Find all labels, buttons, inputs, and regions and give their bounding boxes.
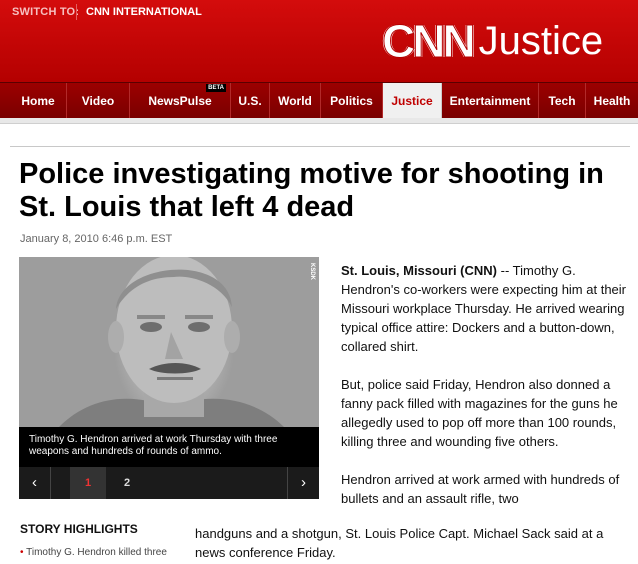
nav-item-home[interactable]: Home [10,83,67,119]
bullet: • [20,547,24,558]
nav-item-newspulse[interactable]: NewsPulse BETA [130,83,231,119]
article-body: St. Louis, Missouri (CNN) -- Timothy G. … [341,261,629,527]
article-timestamp: January 8, 2010 6:46 p.m. EST [20,233,173,245]
nav-item-politics[interactable]: Politics [321,83,383,119]
story-highlights-title: STORY HIGHLIGHTS [20,522,138,536]
nav-label: World [278,94,312,108]
beta-badge: BETA [206,84,226,92]
dateline: St. Louis, Missouri (CNN) [341,263,497,278]
cnn-logo-mark: CNN [382,15,477,67]
nav-item-entertainment[interactable]: Entertainment [442,83,539,119]
gallery-page-1[interactable]: 1 [70,467,106,499]
nav-label: Entertainment [449,94,531,108]
cnn-justice-logo[interactable]: CNN Justice [382,15,604,67]
nav-label: Health [593,94,631,108]
article-paragraph: But, police said Friday, Hendron also do… [341,377,618,449]
photo-credit: KSDK [309,263,315,281]
cnn-international-link[interactable]: CNN INTERNATIONAL [86,6,202,18]
nav-label: Video [81,94,115,108]
portrait-image [59,257,284,427]
gallery-pager: ‹ 1 2 › [19,467,319,499]
nav-item-world[interactable]: World [270,83,321,119]
switch-to-label: SWITCH TO: [12,6,80,18]
nav-sub-strip [0,118,638,124]
article-paragraph: St. Louis, Missouri (CNN) -- Timothy G. … [341,261,629,356]
page-title: Police investigating motive for shooting… [19,158,604,223]
main-nav: Home Video NewsPulse BETA U.S. World Pol… [0,82,638,119]
nav-item-health[interactable]: Health [586,83,638,119]
logo-section-name: Justice [478,19,604,63]
divider [76,4,77,20]
highlight-text: Timothy G. Hendron killed three [26,547,167,558]
chevron-left-icon[interactable]: ‹ [19,467,51,499]
nav-label: Politics [330,94,373,108]
nav-label: Home [21,94,55,108]
gallery-page-2[interactable]: 2 [109,467,145,499]
nav-label: U.S. [238,94,262,108]
article-paragraph-continued: handguns and a shotgun, St. Louis Police… [195,526,604,560]
article-paragraph: Hendron arrived at work armed with hundr… [341,472,620,506]
divider [10,146,630,147]
gallery-photo[interactable]: KSDK [19,257,319,427]
nav-label: NewsPulse [148,94,212,108]
nav-item-video[interactable]: Video [67,83,130,119]
top-header: SWITCH TO: CNN INTERNATIONAL CNN Justice [0,0,638,82]
chevron-right-icon[interactable]: › [287,467,319,499]
nav-label: Tech [548,94,576,108]
nav-item-tech[interactable]: Tech [539,83,586,119]
nav-item-justice[interactable]: Justice [383,83,442,119]
nav-label: Justice [391,94,433,108]
highlight-item: • Timothy G. Hendron killed three [20,547,167,558]
photo-caption: Timothy G. Hendron arrived at work Thurs… [19,427,319,467]
nav-item-us[interactable]: U.S. [231,83,270,119]
